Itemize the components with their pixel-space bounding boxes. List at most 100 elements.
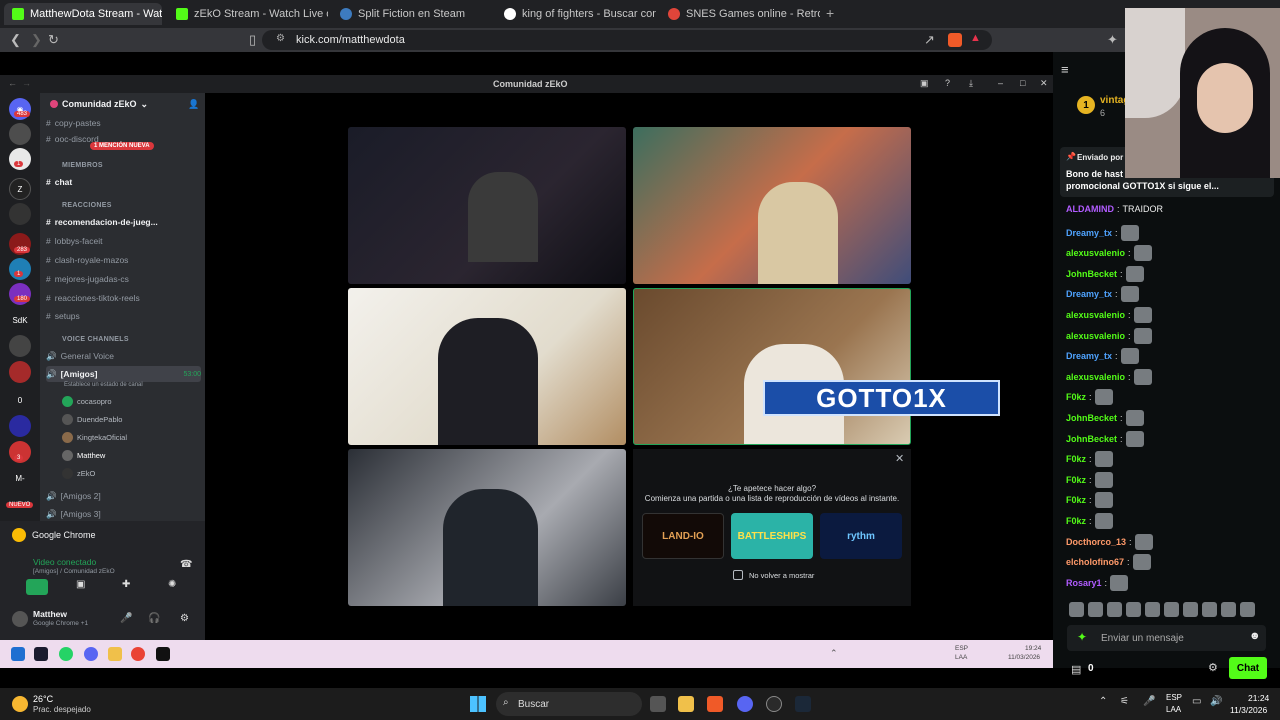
extensions-icon[interactable]: ✦ — [1107, 32, 1118, 48]
clock-time[interactable]: 19:24 — [1025, 645, 1041, 652]
channel-item[interactable]: # clash-royale-mazos — [46, 252, 201, 268]
voice-location[interactable]: [Amigos] / Comunidad zEkO — [33, 568, 115, 575]
obs-icon[interactable] — [766, 696, 782, 712]
emoji-picker-icon[interactable]: ☻ — [1249, 630, 1261, 642]
windows-start-icon[interactable] — [11, 647, 25, 661]
kicks-icon[interactable]: ▤ — [1071, 663, 1081, 676]
chat-username[interactable]: alexusvalenio — [1066, 248, 1125, 258]
activity-card[interactable]: BATTLESHIPS — [731, 513, 813, 559]
steam-icon[interactable] — [34, 647, 48, 661]
activity-card[interactable]: LAND-IO — [642, 513, 724, 559]
video-tile[interactable] — [348, 127, 626, 284]
chat-username[interactable]: F0kz — [1066, 495, 1086, 505]
cat-emote-icon[interactable] — [1125, 430, 1144, 447]
tray-chevron-icon[interactable]: ⌃ — [1099, 696, 1107, 707]
brave-rewards-icon[interactable]: ▲ — [970, 32, 981, 44]
video-tile[interactable] — [348, 449, 626, 606]
screen-share-icon[interactable]: ▣ — [76, 579, 85, 590]
folder-icon[interactable] — [108, 647, 122, 661]
chat-message[interactable]: F0kz: — [1066, 451, 1113, 468]
server-icon[interactable]: SdK — [9, 309, 31, 331]
clock-date[interactable]: 11/3/2026 — [1230, 705, 1267, 715]
weather-desc[interactable]: Prac. despejado — [33, 705, 91, 714]
voice-user[interactable]: DuendePablo — [62, 414, 122, 425]
channel-item[interactable]: # reacciones-tiktok-reels — [46, 290, 201, 306]
send-chat-button[interactable]: Chat — [1229, 657, 1267, 679]
volume-icon[interactable]: 🔊 — [1210, 696, 1222, 707]
category-label[interactable]: MIEMBROS — [62, 162, 103, 169]
close-icon[interactable]: ✕ — [895, 452, 904, 465]
weather-temp[interactable]: 26°C — [33, 694, 53, 704]
tray-chevron-icon[interactable]: ⌃ — [830, 648, 838, 659]
back-icon[interactable]: ← — [8, 78, 17, 88]
chat-username[interactable]: F0kz — [1066, 392, 1086, 402]
chat-message[interactable]: alexusvalenio: — [1066, 327, 1152, 344]
activities-icon[interactable]: ✚ — [122, 579, 130, 590]
cat-emote-icon[interactable] — [1094, 471, 1113, 488]
network-icon[interactable]: ⚟ — [1120, 696, 1129, 707]
activity-card[interactable]: rythm — [820, 513, 902, 559]
chat-message[interactable]: F0kz: — [1066, 513, 1113, 529]
file-explorer-icon[interactable] — [678, 696, 694, 712]
quick-emote-icon[interactable] — [1107, 602, 1122, 617]
collapse-chat-icon[interactable]: ≡ — [1061, 62, 1069, 77]
chat-message[interactable]: JohnBecket: — [1066, 265, 1144, 282]
voice-channel-item[interactable]: 🔊 General Voice — [46, 348, 201, 364]
channel-item[interactable]: # chat — [46, 174, 201, 190]
quick-emote-icon[interactable] — [1202, 602, 1217, 617]
invite-icon[interactable]: 👤 — [188, 99, 199, 110]
forward-icon[interactable]: → — [22, 78, 31, 88]
reload-icon[interactable]: ↻ — [48, 32, 59, 48]
close-icon[interactable]: ✕ — [1040, 78, 1048, 89]
chat-message[interactable]: alexusvalenio: — [1066, 245, 1152, 262]
new-tab-button[interactable]: + — [826, 5, 834, 21]
chat-input[interactable]: ✦ Enviar un mensaje ☻ — [1067, 625, 1266, 651]
keyboard-language[interactable]: ESP — [955, 645, 968, 652]
category-label[interactable]: REACCIONES — [62, 202, 112, 209]
windows-start-icon[interactable] — [470, 696, 486, 712]
chat-username[interactable]: Dreamy_tx — [1066, 351, 1112, 361]
chat-username[interactable]: alexusvalenio — [1066, 310, 1125, 320]
cat-emote-icon[interactable] — [1134, 533, 1153, 550]
chat-settings-icon[interactable]: ⚙ — [1208, 661, 1218, 674]
chrome-icon[interactable] — [131, 647, 145, 661]
task-view-icon[interactable] — [650, 696, 666, 712]
chat-username[interactable]: JohnBecket — [1066, 269, 1117, 279]
browser-tab[interactable]: zEkO Stream - Watch Live on Kick — [168, 3, 328, 25]
server-icon[interactable] — [9, 335, 31, 357]
share-icon[interactable]: ↗ — [924, 32, 935, 48]
cat-emote-icon[interactable] — [1094, 492, 1113, 509]
chat-username[interactable]: JohnBecket — [1066, 413, 1117, 423]
keyboard-layout[interactable]: LAA — [955, 654, 967, 661]
video-tile[interactable] — [348, 288, 626, 445]
avatar[interactable] — [12, 611, 28, 627]
weather-icon[interactable] — [12, 696, 28, 712]
microphone-icon[interactable]: 🎤 — [120, 613, 132, 624]
quick-emote-icon[interactable] — [1240, 602, 1255, 617]
cat-emote-icon[interactable] — [1094, 451, 1113, 468]
quick-emote-icon[interactable] — [1183, 602, 1198, 617]
headphones-icon[interactable]: 🎧 — [148, 613, 160, 624]
chat-message[interactable]: ALDAMIND: TRAIDOR — [1066, 204, 1163, 214]
voice-user[interactable]: KingtekaOficial — [62, 432, 127, 443]
video-tile[interactable] — [633, 288, 911, 445]
server-icon[interactable]: Z — [9, 178, 31, 200]
server-icon[interactable]: M- — [9, 467, 31, 489]
chat-username[interactable]: Rosary1 — [1066, 578, 1102, 588]
voice-user[interactable]: Matthew — [62, 450, 105, 461]
clock-time[interactable]: 21:24 — [1248, 693, 1269, 703]
cat-emote-icon[interactable] — [1133, 327, 1152, 344]
chat-message[interactable]: Dreamy_tx: — [1066, 286, 1139, 303]
site-info-icon[interactable]: ⚙ — [276, 33, 285, 44]
server-icon[interactable]: 0 — [9, 389, 31, 411]
chat-message[interactable]: Docthorco_13: — [1066, 533, 1153, 550]
cat-emote-icon[interactable] — [1120, 286, 1139, 303]
back-icon[interactable]: ❮ — [10, 32, 21, 48]
browser-tab[interactable]: SNES Games online - RetroGames.cc — [660, 3, 820, 25]
browser-tab[interactable]: Split Fiction en Steam — [332, 3, 492, 25]
cat-emote-icon[interactable] — [1110, 574, 1129, 591]
cat-emote-icon[interactable] — [1125, 265, 1144, 282]
server-icon[interactable] — [9, 203, 31, 225]
cat-emote-icon[interactable] — [1120, 224, 1139, 241]
chat-message[interactable]: alexusvalenio: — [1066, 368, 1152, 385]
